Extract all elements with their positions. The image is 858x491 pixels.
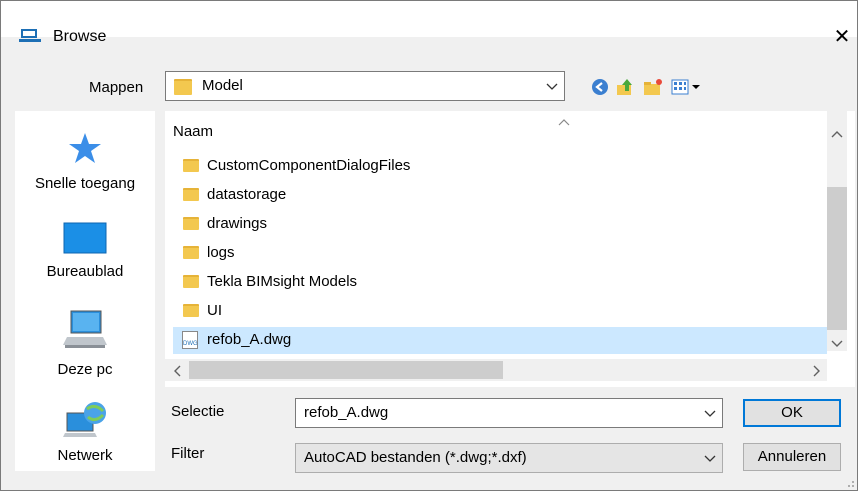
folder-icon: [183, 275, 199, 288]
list-item[interactable]: UI: [173, 298, 827, 325]
file-name: Tekla BIMsight Models: [207, 273, 358, 290]
chevron-down-icon: [698, 444, 722, 472]
resize-grip-icon[interactable]: [843, 475, 855, 490]
view-menu-icon[interactable]: [671, 79, 703, 99]
new-folder-icon[interactable]: [643, 77, 663, 101]
folder-dropdown-value: Model: [202, 77, 243, 94]
star-icon: [15, 131, 155, 171]
file-name: datastorage: [207, 186, 287, 203]
dwg-file-icon: DWG: [182, 331, 198, 349]
folder-icon: [183, 188, 199, 201]
sidebar-item-snelle-toegang[interactable]: Snelle toegang: [15, 131, 155, 192]
filter-label: Filter: [171, 445, 205, 462]
title-bar: [1, 1, 857, 37]
file-name: refob_A.dwg: [207, 331, 292, 348]
chevron-down-icon[interactable]: [698, 399, 722, 427]
vertical-scrollbar-thumb[interactable]: [827, 187, 847, 330]
sidebar-item-label: Netwerk: [57, 447, 113, 464]
filter-dropdown-value: AutoCAD bestanden (*.dwg;*.dxf): [304, 449, 527, 466]
ok-button[interactable]: OK: [743, 399, 841, 427]
filename-input-value: refob_A.dwg: [304, 404, 389, 421]
network-icon: [15, 399, 155, 445]
sort-ascending-icon: [558, 113, 570, 130]
browse-dialog: Browse ✕ Mappen Model Snelle toegang Bur…: [0, 0, 858, 491]
column-header-naam[interactable]: Naam: [173, 123, 213, 140]
sidebar-item-netwerk[interactable]: Netwerk: [15, 399, 155, 464]
desktop-icon: [15, 221, 155, 261]
back-icon[interactable]: [591, 78, 609, 100]
sidebar-item-label: Bureaublad: [46, 263, 124, 280]
list-item[interactable]: CustomComponentDialogFiles: [173, 153, 827, 180]
list-item[interactable]: drawings: [173, 211, 827, 238]
scroll-down-icon[interactable]: [831, 335, 843, 352]
chevron-down-icon: [540, 72, 564, 100]
computer-icon: [15, 309, 155, 355]
selectie-label: Selectie: [171, 403, 225, 420]
scroll-left-icon[interactable]: [173, 364, 181, 381]
list-item[interactable]: Tekla BIMsight Models: [173, 269, 827, 296]
list-item[interactable]: datastorage: [173, 182, 827, 209]
mappen-label: Mappen: [89, 79, 144, 96]
scroll-right-icon[interactable]: [813, 364, 821, 381]
sidebar-item-deze-pc[interactable]: Deze pc: [15, 309, 155, 378]
sidebar-item-label: Deze pc: [57, 361, 113, 378]
folder-icon: [183, 304, 199, 317]
cancel-button[interactable]: Annuleren: [743, 443, 841, 471]
list-item[interactable]: logs: [173, 240, 827, 267]
file-name: CustomComponentDialogFiles: [207, 157, 411, 174]
up-folder-icon[interactable]: [615, 77, 635, 101]
file-name: UI: [207, 302, 222, 319]
folder-icon: [183, 217, 199, 230]
folder-icon: [183, 159, 199, 172]
horizontal-scrollbar-thumb[interactable]: [189, 361, 503, 379]
close-button[interactable]: ✕: [829, 22, 855, 52]
file-name: drawings: [207, 215, 268, 232]
filename-input[interactable]: refob_A.dwg: [295, 398, 723, 428]
folder-icon: [174, 79, 192, 95]
list-item-selected[interactable]: DWG refob_A.dwg: [173, 327, 827, 354]
scroll-up-icon[interactable]: [831, 125, 843, 142]
sidebar-item-label: Snelle toegang: [34, 175, 136, 192]
dwg-file-icon-text: DWG: [183, 341, 198, 347]
app-icon: [19, 27, 41, 47]
file-list: Naam CustomComponentDialogFiles datastor…: [165, 111, 855, 387]
file-name: logs: [207, 244, 235, 261]
sidebar-item-bureaublad[interactable]: Bureaublad: [15, 221, 155, 280]
folder-dropdown[interactable]: Model: [165, 71, 565, 101]
window-title: Browse: [53, 28, 107, 45]
filter-dropdown[interactable]: AutoCAD bestanden (*.dwg;*.dxf): [295, 443, 723, 473]
places-sidebar: Snelle toegang Bureaublad Deze pc Netwer…: [15, 111, 155, 471]
folder-icon: [183, 246, 199, 259]
